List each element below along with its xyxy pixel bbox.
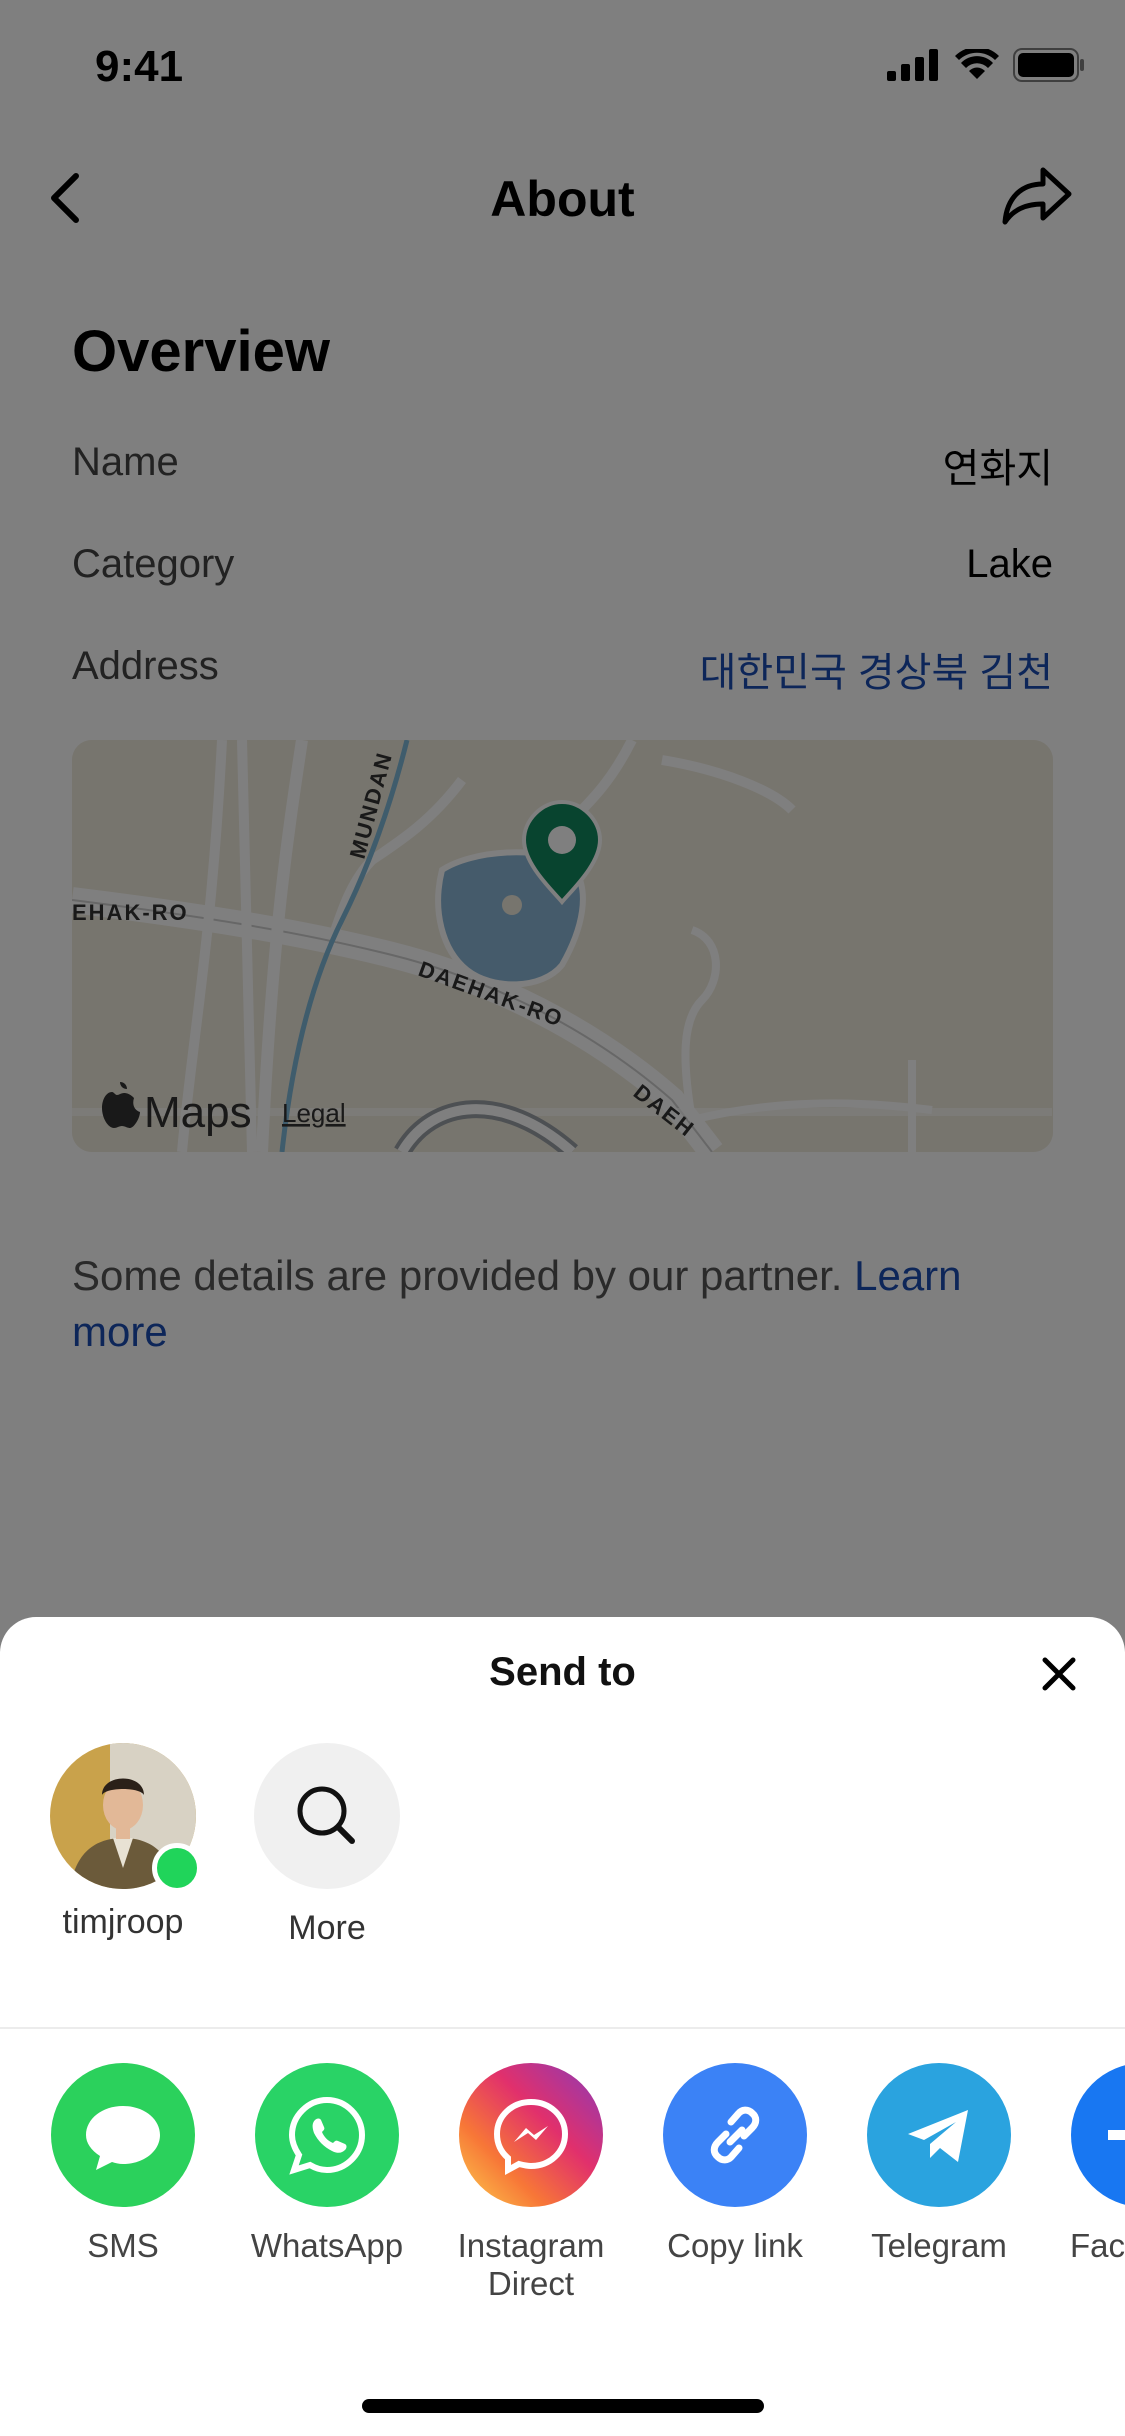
home-indicator <box>362 2399 764 2413</box>
facebook-label: Face <box>1070 2227 1125 2264</box>
facebook-icon <box>1071 2063 1125 2207</box>
close-icon[interactable] <box>1033 1648 1085 1700</box>
whatsapp-label: WhatsApp <box>250 2227 404 2264</box>
more-contacts-button[interactable]: More <box>252 1743 402 1948</box>
search-icon <box>297 1786 355 1844</box>
share-telegram[interactable]: Telegram <box>854 2063 1024 2265</box>
sms-label: SMS <box>87 2227 159 2264</box>
instagram-direct-label: Instagram Direct <box>457 2227 605 2302</box>
share-instagram-direct[interactable]: Instagram Direct <box>446 2063 616 2303</box>
sheet-divider <box>0 2027 1125 2029</box>
link-icon <box>663 2063 807 2207</box>
contact-timjroop[interactable]: timjroop <box>48 1743 202 1942</box>
share-facebook[interactable]: Face <box>1058 2063 1125 2265</box>
search-circle <box>254 1743 400 1889</box>
share-whatsapp[interactable]: WhatsApp <box>242 2063 412 2265</box>
share-copy-link[interactable]: Copy link <box>650 2063 820 2265</box>
messenger-icon <box>459 2063 603 2207</box>
sheet-title: Send to <box>489 1650 636 1694</box>
telegram-icon <box>867 2063 1011 2207</box>
contact-label: timjroop <box>62 1903 184 1941</box>
more-label: More <box>288 1909 366 1947</box>
whatsapp-icon <box>255 2063 399 2207</box>
telegram-label: Telegram <box>871 2227 1007 2264</box>
share-sms[interactable]: SMS <box>38 2063 208 2265</box>
copy-link-label: Copy link <box>667 2227 803 2264</box>
sms-icon <box>51 2063 195 2207</box>
online-status-dot <box>152 1843 202 1893</box>
